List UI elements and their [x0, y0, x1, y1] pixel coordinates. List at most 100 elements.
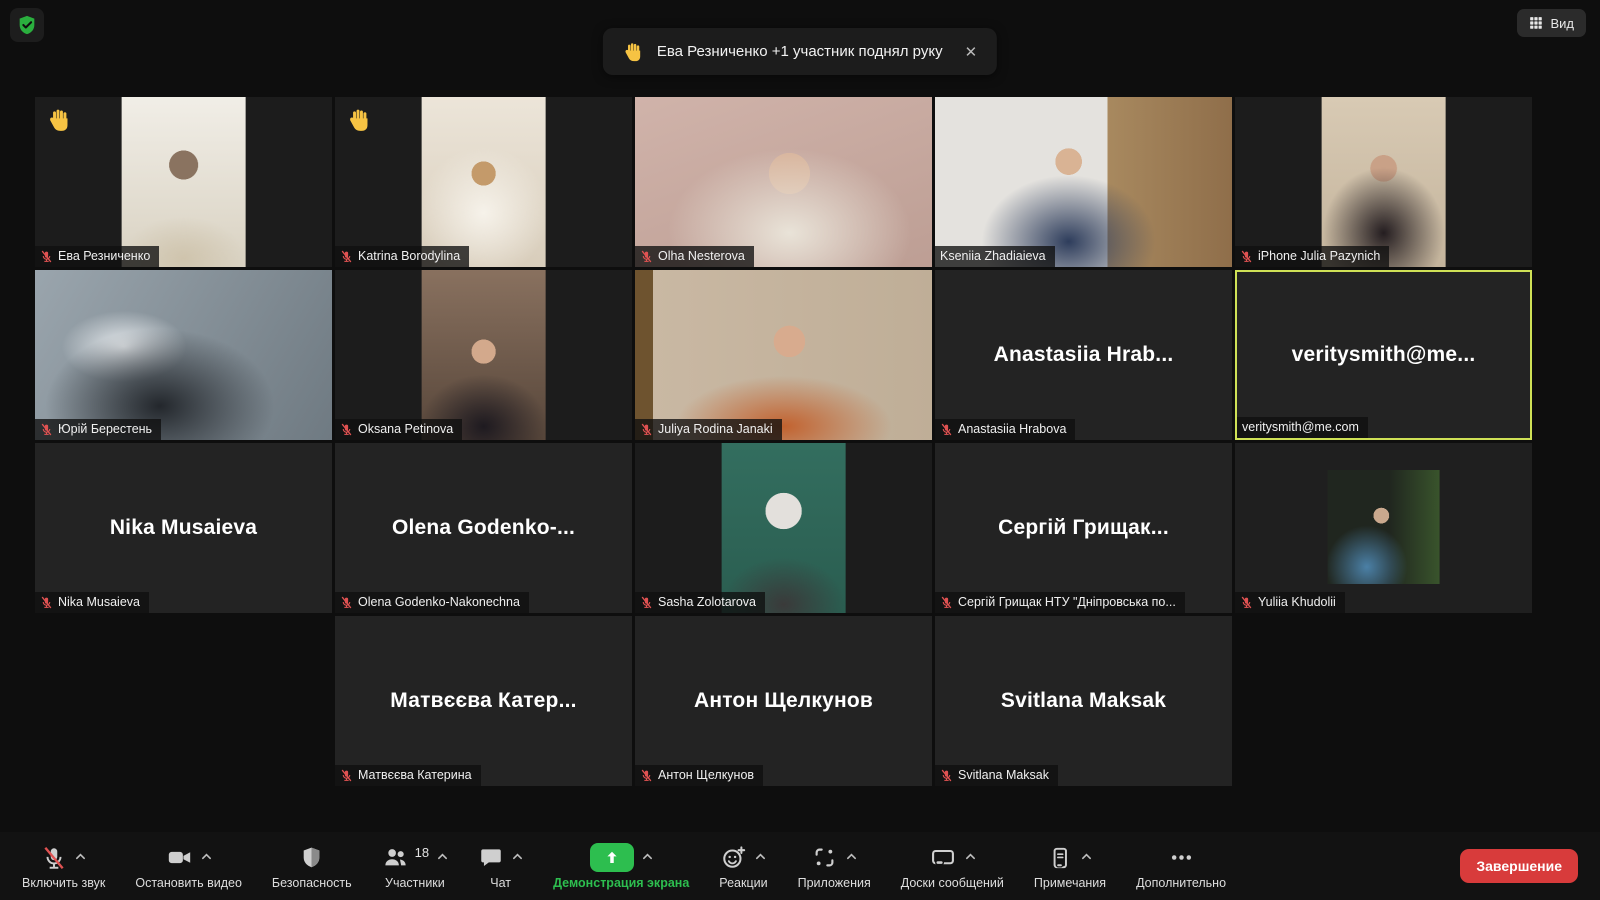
participant-name-text: Kseniia Zhadiaieva: [940, 249, 1046, 263]
participant-name-text: Oksana Petinova: [358, 422, 454, 436]
participant-name-label: iPhone Julia Pazynich: [1235, 246, 1390, 267]
meeting-toolbar: Включить звук Остановить видео Безопасно…: [0, 832, 1600, 900]
participant-name-label: Ева Резниченко: [35, 246, 160, 267]
participant-name-label: Katrina Borodylina: [335, 246, 470, 267]
muted-mic-icon: [40, 250, 53, 263]
chevron-up-icon[interactable]: [755, 849, 766, 867]
participant-tile[interactable]: Anastasiia Hrab... Anastasiia Hrabova: [935, 270, 1232, 440]
participant-name-text: Антон Щелкунов: [658, 768, 755, 782]
participant-display-name: Olena Godenko-...: [391, 516, 576, 539]
more-button[interactable]: Дополнительно: [1136, 843, 1226, 890]
participant-video: [421, 97, 546, 267]
participant-display-name: Svitlana Maksak: [1000, 689, 1167, 712]
raised-hand-icon: [47, 107, 73, 138]
participants-count-badge: 18: [414, 844, 430, 860]
apps-icon: [811, 844, 838, 871]
chevron-up-icon[interactable]: [75, 849, 86, 867]
muted-mic-icon: [340, 250, 353, 263]
participant-name-label: Olha Nesterova: [635, 246, 754, 267]
mic-muted-icon: [41, 845, 67, 871]
reactions-icon: [720, 844, 747, 871]
participant-tile[interactable]: Olena Godenko-... Olena Godenko-Nakonech…: [335, 443, 632, 613]
end-meeting-button[interactable]: Завершение: [1460, 849, 1578, 883]
participant-name-text: Nika Musaieva: [58, 595, 140, 609]
chevron-up-icon[interactable]: [1081, 849, 1092, 867]
participant-display-name: Nika Musaieva: [109, 516, 258, 539]
view-button-label: Вид: [1550, 15, 1574, 31]
participant-tile[interactable]: iPhone Julia Pazynich: [1235, 97, 1532, 267]
muted-mic-icon: [640, 423, 653, 436]
participant-tile[interactable]: Katrina Borodylina: [335, 97, 632, 267]
participant-tile[interactable]: Матвєєва Катер... Матвєєва Катерина: [335, 616, 632, 786]
chevron-up-icon[interactable]: [965, 849, 976, 867]
participant-name-label: Матвєєва Катерина: [335, 765, 481, 786]
more-icon: [1168, 844, 1195, 871]
participant-name-label: Anastasiia Hrabova: [935, 419, 1076, 440]
mic-muted-button[interactable]: Включить звук: [22, 843, 105, 890]
chevron-up-icon[interactable]: [512, 849, 523, 867]
participant-name-text: Ева Резниченко: [58, 249, 151, 263]
camera-icon: [166, 844, 193, 871]
participant-tile[interactable]: Юрій Берестень: [35, 270, 332, 440]
participant-name-label: Kseniia Zhadiaieva: [935, 246, 1055, 267]
view-button[interactable]: Вид: [1517, 9, 1586, 37]
raised-hand-icon: [347, 107, 373, 138]
notes-button[interactable]: Примечания: [1034, 843, 1106, 890]
participant-tile[interactable]: Nika Musaieva Nika Musaieva: [35, 443, 332, 613]
participant-name-label: Olena Godenko-Nakonechna: [335, 592, 529, 613]
whiteboard-icon: [929, 844, 957, 872]
chevron-up-icon[interactable]: [846, 849, 857, 867]
participant-tile[interactable]: veritysmith@me... veritysmith@me.com: [1235, 270, 1532, 440]
security-shield-icon: [299, 845, 324, 870]
participant-tile[interactable]: Svitlana Maksak Svitlana Maksak: [935, 616, 1232, 786]
participant-tile[interactable]: Сергій Грищак... Сергій Грищак НТУ "Дніп…: [935, 443, 1232, 613]
apps-button[interactable]: Приложения: [798, 843, 871, 890]
participant-name-label: Сергій Грищак НТУ "Дніпровська по...: [935, 592, 1185, 613]
participant-name-text: Матвєєва Катерина: [358, 768, 472, 782]
muted-mic-icon: [40, 423, 53, 436]
share-screen-icon: [589, 843, 634, 872]
participant-name-text: Юрій Берестень: [58, 422, 153, 436]
chevron-up-icon[interactable]: [201, 849, 212, 867]
participant-name-text: Olena Godenko-Nakonechna: [358, 595, 520, 609]
chevron-up-icon[interactable]: [437, 849, 448, 867]
participant-video: [1321, 97, 1446, 267]
participant-tile[interactable]: Kseniia Zhadiaieva: [935, 97, 1232, 267]
whiteboard-button[interactable]: Доски сообщений: [901, 843, 1004, 890]
notification-text: Ева Резниченко +1 участник поднял руку: [656, 43, 943, 60]
participant-name-label: Sasha Zolotarova: [635, 592, 765, 613]
participant-tile[interactable]: Sasha Zolotarova: [635, 443, 932, 613]
participant-tile[interactable]: Yuliia Khudolii: [1235, 443, 1532, 613]
share-screen-button[interactable]: Демонстрация экрана: [553, 843, 689, 890]
participant-name-text: Anastasiia Hrabova: [958, 422, 1067, 436]
participant-name-text: Katrina Borodylina: [358, 249, 461, 263]
chevron-up-icon[interactable]: [642, 849, 653, 867]
notes-icon: [1047, 845, 1073, 871]
toolbar-item-label: Безопасность: [271, 875, 352, 890]
gallery-grid-icon: [1529, 16, 1543, 30]
reactions-button[interactable]: Реакции: [719, 843, 768, 890]
close-icon[interactable]: ✕: [965, 43, 978, 61]
toolbar-item-label: Приложения: [797, 875, 871, 890]
participant-name-label: Yuliia Khudolii: [1235, 592, 1345, 613]
participant-name-text: Сергій Грищак НТУ "Дніпровська по...: [958, 595, 1176, 609]
participant-tile[interactable]: Juliya Rodina Janaki: [635, 270, 932, 440]
muted-mic-icon: [640, 769, 653, 782]
chat-button[interactable]: Чат: [478, 843, 523, 890]
participant-tile[interactable]: Антон Щелкунов Антон Щелкунов: [635, 616, 932, 786]
participant-tile[interactable]: Ева Резниченко: [35, 97, 332, 267]
toolbar-item-label: Доски сообщений: [900, 875, 1004, 890]
participant-tile[interactable]: Olha Nesterova: [635, 97, 932, 267]
participants-button[interactable]: 18 Участники: [382, 843, 448, 890]
participant-name-text: Juliya Rodina Janaki: [658, 422, 773, 436]
participant-video: [635, 97, 932, 267]
participant-tile[interactable]: Oksana Petinova: [335, 270, 632, 440]
encryption-shield-icon[interactable]: [10, 8, 44, 42]
participant-video: [935, 97, 1232, 267]
camera-button[interactable]: Остановить видео: [135, 843, 242, 890]
participant-name-text: Sasha Zolotarova: [658, 595, 756, 609]
security-shield-button[interactable]: Безопасность: [272, 843, 352, 890]
participant-display-name: Антон Щелкунов: [693, 689, 874, 712]
participants-icon: [382, 844, 409, 871]
toolbar-item-label: Демонстрация экрана: [553, 875, 690, 890]
